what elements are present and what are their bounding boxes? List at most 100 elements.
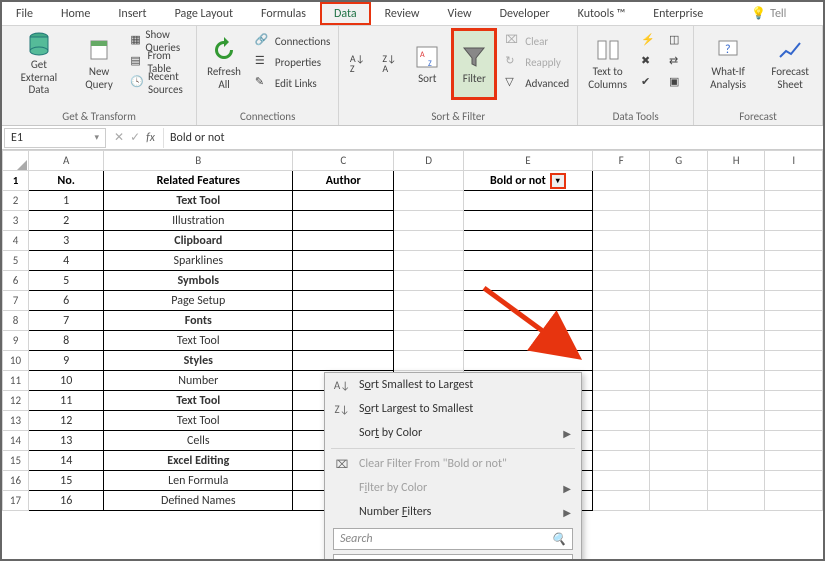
row-header[interactable]: 6	[3, 271, 29, 291]
tab-data[interactable]: Data	[320, 2, 371, 25]
show-queries-button[interactable]: ▦Show Queries	[126, 31, 192, 51]
cell[interactable]	[293, 231, 394, 251]
cell[interactable]	[765, 411, 823, 431]
manage-model-button[interactable]: ▣	[665, 73, 689, 93]
cell[interactable]	[592, 331, 650, 351]
cell[interactable]	[592, 411, 650, 431]
cell[interactable]	[650, 351, 708, 371]
tell-me[interactable]: 💡Tell	[737, 2, 800, 25]
cell[interactable]	[707, 231, 765, 251]
cell[interactable]: Defined Names	[104, 491, 293, 511]
cell[interactable]: 16	[28, 491, 103, 511]
sort-desc-item[interactable]: Z↓Sort Largest to Smallest	[325, 397, 581, 421]
clear-filter-button[interactable]: ⌧Clear	[501, 31, 573, 51]
cell[interactable]: 12	[28, 411, 103, 431]
cell[interactable]	[293, 191, 394, 211]
cell[interactable]	[650, 371, 708, 391]
cell[interactable]	[650, 251, 708, 271]
row-header[interactable]: 1	[3, 171, 29, 191]
tab-home[interactable]: Home	[47, 2, 104, 25]
cell[interactable]: 9	[28, 351, 103, 371]
cell[interactable]	[650, 391, 708, 411]
cell[interactable]: Len Formula	[104, 471, 293, 491]
cell[interactable]	[394, 291, 463, 311]
cell[interactable]: Text Tool	[104, 391, 293, 411]
col-header-B[interactable]: B	[104, 151, 293, 171]
cell[interactable]: 13	[28, 431, 103, 451]
cell[interactable]	[707, 191, 765, 211]
cell[interactable]	[650, 451, 708, 471]
cell[interactable]: Sparklines	[104, 251, 293, 271]
cell[interactable]	[765, 331, 823, 351]
relationships-button[interactable]: ⇄	[665, 52, 689, 72]
cell[interactable]: Styles	[104, 351, 293, 371]
cell[interactable]	[293, 311, 394, 331]
cell[interactable]	[707, 311, 765, 331]
cell[interactable]: Page Setup	[104, 291, 293, 311]
reapply-button[interactable]: ↻Reapply	[501, 52, 573, 72]
cell[interactable]	[765, 431, 823, 451]
cell[interactable]	[707, 171, 765, 191]
cell[interactable]	[650, 171, 708, 191]
connections-button[interactable]: 🔗Connections	[251, 31, 334, 51]
cell[interactable]	[592, 471, 650, 491]
get-external-data-button[interactable]: Get External Data	[6, 28, 72, 100]
advanced-button[interactable]: ▽Advanced	[501, 73, 573, 93]
cell[interactable]	[592, 291, 650, 311]
tab-insert[interactable]: Insert	[104, 2, 160, 25]
cell[interactable]	[394, 231, 463, 251]
cell[interactable]	[765, 231, 823, 251]
cell[interactable]	[707, 391, 765, 411]
row-header[interactable]: 16	[3, 471, 29, 491]
col-header-D[interactable]: D	[394, 151, 463, 171]
formula-input[interactable]: Bold or not	[163, 128, 823, 148]
cell[interactable]	[394, 351, 463, 371]
select-all-cell[interactable]	[3, 151, 29, 171]
cell[interactable]: Fonts	[104, 311, 293, 331]
cell[interactable]	[707, 251, 765, 271]
row-header[interactable]: 2	[3, 191, 29, 211]
cell[interactable]	[765, 311, 823, 331]
cell[interactable]	[707, 411, 765, 431]
cell[interactable]	[293, 271, 394, 291]
cell[interactable]	[765, 171, 823, 191]
tab-enterprise[interactable]: Enterprise	[639, 2, 717, 25]
cell[interactable]: 15	[28, 471, 103, 491]
cell[interactable]	[592, 351, 650, 371]
sort-az-button[interactable]: A↓Z	[343, 28, 371, 100]
enter-icon[interactable]: ✓	[130, 130, 140, 145]
tab-page-layout[interactable]: Page Layout	[161, 2, 247, 25]
cell[interactable]	[463, 331, 592, 351]
cell[interactable]	[765, 451, 823, 471]
cell[interactable]	[707, 491, 765, 511]
cell[interactable]: Cells	[104, 431, 293, 451]
cell[interactable]	[650, 431, 708, 451]
row-header[interactable]: 4	[3, 231, 29, 251]
row-header[interactable]: 15	[3, 451, 29, 471]
row-header[interactable]: 8	[3, 311, 29, 331]
cell[interactable]: 2	[28, 211, 103, 231]
cell[interactable]	[463, 291, 592, 311]
cell[interactable]	[293, 251, 394, 271]
cell[interactable]	[394, 171, 463, 191]
cell-filter-header[interactable]: Bold or not▾	[463, 171, 592, 191]
cell[interactable]: Number	[104, 371, 293, 391]
cell[interactable]: Text Tool	[104, 191, 293, 211]
cell[interactable]	[592, 231, 650, 251]
cell[interactable]	[765, 491, 823, 511]
col-header-H[interactable]: H	[707, 151, 765, 171]
cell[interactable]: 3	[28, 231, 103, 251]
row-header[interactable]: 14	[3, 431, 29, 451]
cell[interactable]	[707, 431, 765, 451]
cell[interactable]: Related Features	[104, 171, 293, 191]
sort-za-button[interactable]: Z↓A	[375, 28, 403, 100]
cell[interactable]: 7	[28, 311, 103, 331]
filter-dropdown-icon[interactable]: ▾	[550, 173, 566, 189]
cell[interactable]: 11	[28, 391, 103, 411]
cell[interactable]	[765, 211, 823, 231]
cell[interactable]	[650, 271, 708, 291]
cell[interactable]: Illustration	[104, 211, 293, 231]
cell[interactable]	[650, 311, 708, 331]
sort-color-item[interactable]: Sort by Color▶	[325, 421, 581, 445]
cell[interactable]	[592, 211, 650, 231]
